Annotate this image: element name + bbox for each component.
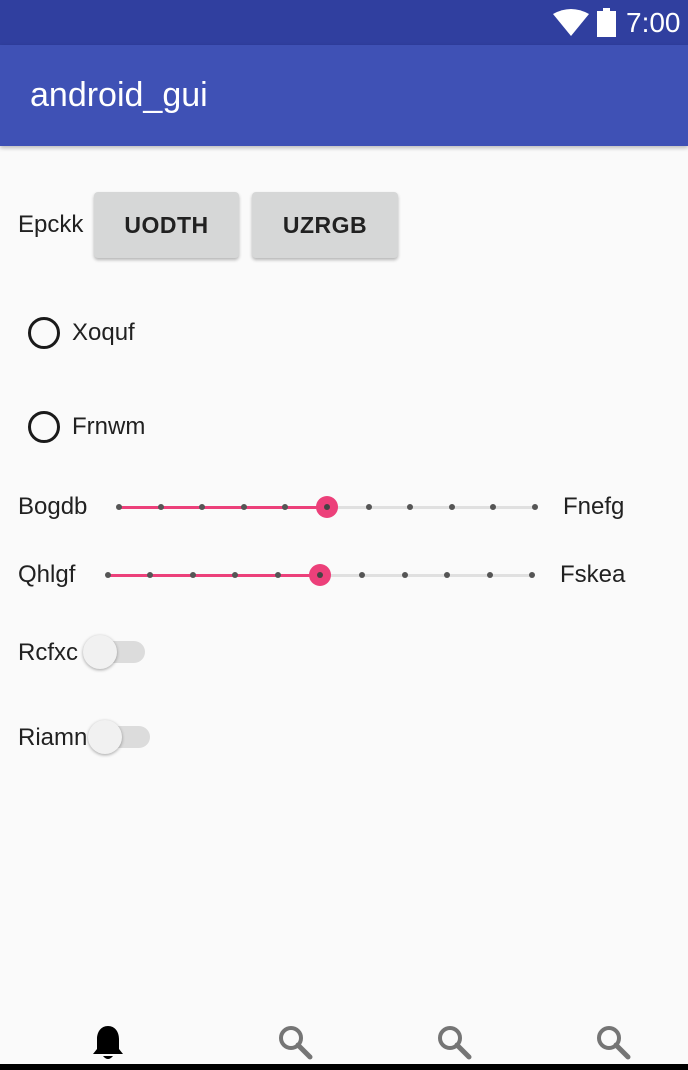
slider-fill	[119, 506, 327, 509]
radio-xoquf[interactable]: Xoquf	[28, 313, 135, 353]
slider-tick	[116, 504, 122, 510]
battery-icon	[597, 8, 616, 37]
slider-2-end-label: Fskea	[560, 561, 626, 588]
switch-rcfxc[interactable]	[83, 635, 149, 669]
radio-frnwm[interactable]: Frnwm	[28, 407, 145, 447]
slider-tick	[532, 504, 538, 510]
slider-thumb[interactable]	[309, 564, 331, 586]
app-title: android_gui	[30, 76, 208, 114]
bell-icon[interactable]	[90, 1024, 126, 1062]
radio-circle[interactable]	[28, 317, 60, 349]
slider-tick	[105, 572, 111, 578]
search-icon[interactable]	[277, 1024, 313, 1062]
uzrgb-button[interactable]: UZRGB	[252, 192, 398, 258]
switch-thumb[interactable]	[88, 720, 122, 754]
switch-thumb[interactable]	[83, 635, 117, 669]
slider-fill	[108, 574, 320, 577]
slider-tick	[282, 504, 289, 510]
slider-tick	[529, 572, 535, 578]
switch-2-label: Riamn	[18, 724, 88, 751]
slider-2-start-label: Qhlgf	[18, 561, 76, 588]
slider-tick	[147, 572, 154, 578]
radio-label: Frnwm	[72, 413, 146, 440]
slider-tick	[232, 572, 239, 578]
switch-riamn[interactable]	[88, 720, 154, 754]
nav-bar-bottom	[0, 1064, 688, 1070]
slider-1-start-label: Bogdb	[18, 493, 88, 520]
search-icon[interactable]	[436, 1024, 472, 1062]
slider-tick	[401, 572, 408, 578]
slider-tick	[486, 572, 493, 578]
slider-tick	[365, 504, 372, 510]
slider-tick	[189, 572, 196, 578]
button-row-label: Epckk	[18, 211, 84, 238]
slider-tick	[274, 572, 281, 578]
slider-tick	[359, 572, 366, 578]
uodth-button[interactable]: UODTH	[94, 192, 239, 258]
bottom-navigation	[0, 1010, 688, 1070]
status-bar: 7:00	[0, 0, 688, 45]
radio-label: Xoquf	[72, 319, 135, 346]
radio-circle[interactable]	[28, 411, 60, 443]
slider-tick	[448, 504, 455, 510]
slider-tick	[240, 504, 247, 510]
slider-tick	[407, 504, 414, 510]
slider-tick	[444, 572, 451, 578]
slider-tick	[199, 504, 206, 510]
app-bar: android_gui	[0, 45, 688, 146]
slider-thumb[interactable]	[316, 496, 338, 518]
slider-1[interactable]	[116, 493, 538, 523]
slider-1-end-label: Fnefg	[563, 493, 625, 520]
slider-tick	[490, 504, 497, 510]
switch-1-label: Rcfxc	[18, 639, 78, 666]
slider-tick	[157, 504, 164, 510]
status-time: 7:00	[626, 7, 681, 38]
wifi-icon	[553, 9, 589, 36]
slider-2[interactable]	[105, 561, 535, 591]
search-icon[interactable]	[595, 1024, 631, 1062]
